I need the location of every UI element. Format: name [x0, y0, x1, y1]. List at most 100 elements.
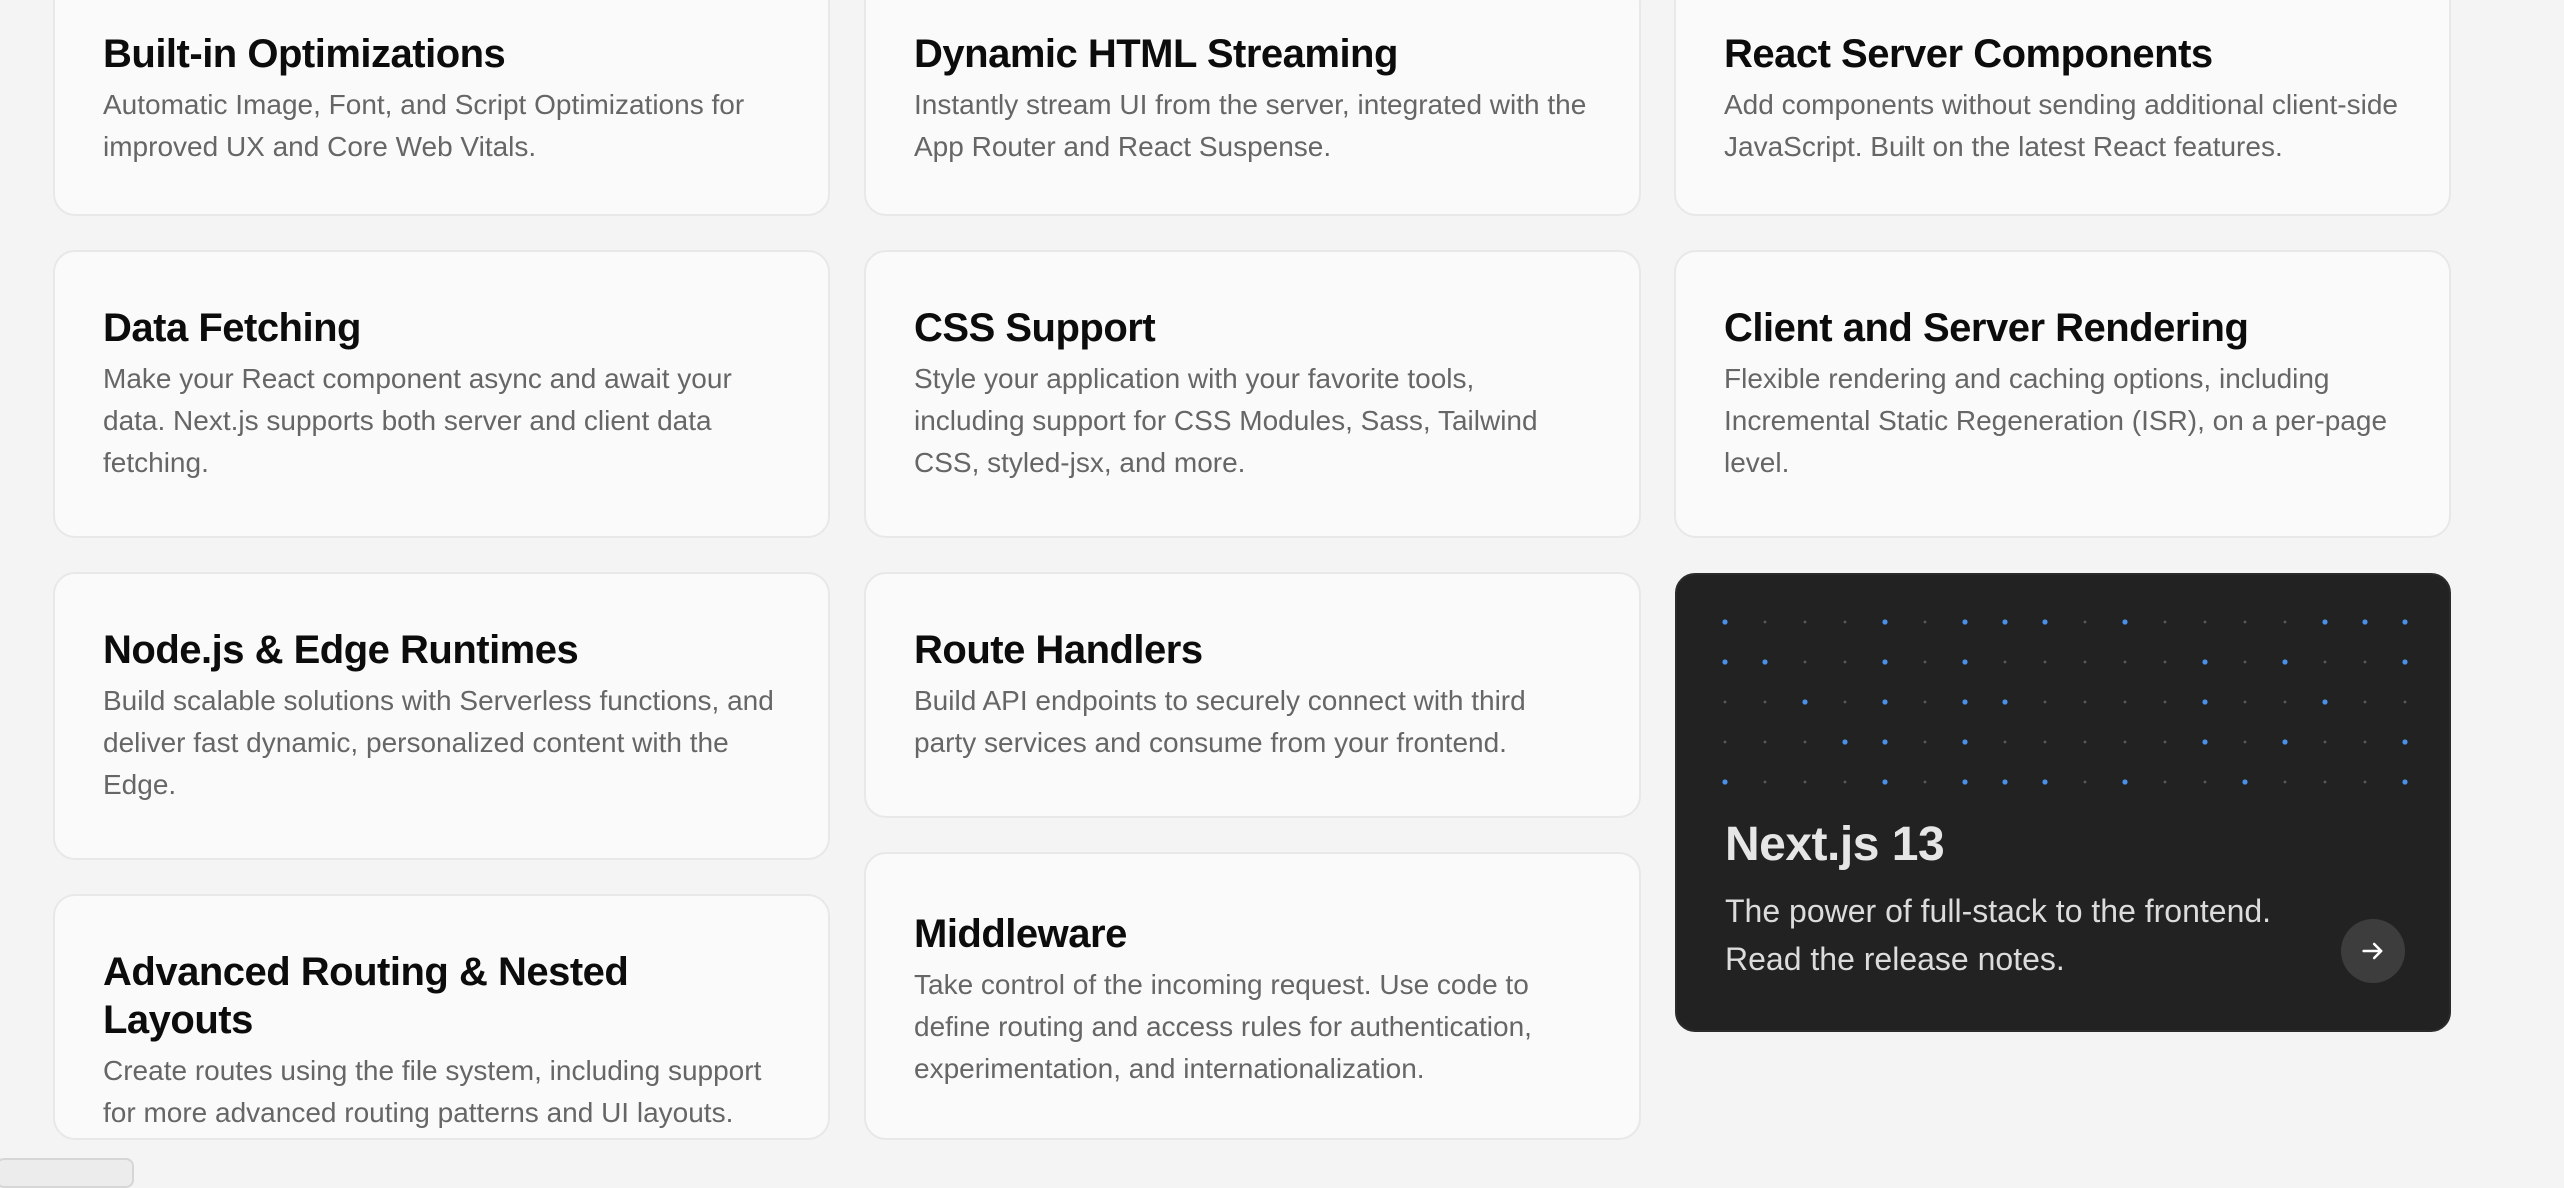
grid-dot: [2083, 700, 2087, 704]
grid-dot: [1882, 699, 1888, 705]
grid-dot: [2202, 739, 2208, 745]
feature-title: Advanced Routing & Nested Layouts: [103, 950, 629, 1042]
feature-title: Built-in Optimizations: [103, 32, 506, 76]
feature-description: Flexible rendering and caching options, …: [1724, 363, 2388, 478]
feature-card-css-support[interactable]: CSS Support Style your application with …: [864, 250, 1641, 538]
grid-dot: [2242, 779, 2248, 785]
grid-dot: [2123, 700, 2127, 704]
grid-dot: [2003, 740, 2007, 744]
grid-dot: [2402, 619, 2408, 625]
feature-description: Build scalable solutions with Serverless…: [103, 685, 774, 800]
grid-dot: [2402, 779, 2408, 785]
grid-dot: [1923, 660, 1927, 664]
grid-dot: [2003, 660, 2007, 664]
feature-description: Create routes using the file system, inc…: [103, 1055, 762, 1128]
grid-dot: [1723, 700, 1727, 704]
grid-dot: [1962, 779, 1968, 785]
grid-dot: [2322, 619, 2328, 625]
nextjs-13-promo-card[interactable]: Next.js 13 The power of full-stack to th…: [1675, 573, 2451, 1032]
grid-dot: [1723, 740, 1727, 744]
grid-dot: [2083, 780, 2087, 784]
grid-dot: [2363, 780, 2367, 784]
grid-dot: [2163, 660, 2167, 664]
feature-description: Make your React component async and awai…: [103, 363, 732, 478]
grid-dot: [1762, 659, 1768, 665]
grid-dot: [2323, 780, 2327, 784]
grid-dot: [2002, 699, 2008, 705]
feature-title: Client and Server Rendering: [1724, 306, 2249, 350]
grid-dot: [1763, 700, 1767, 704]
grid-dot: [2163, 780, 2167, 784]
grid-dot: [2363, 700, 2367, 704]
grid-dot: [1882, 659, 1888, 665]
grid-dot: [1962, 699, 1968, 705]
feature-title: CSS Support: [914, 306, 1156, 350]
feature-card-route-handlers[interactable]: Route Handlers Build API endpoints to se…: [864, 572, 1641, 818]
grid-dot: [1722, 619, 1728, 625]
grid-dot: [2042, 619, 2048, 625]
grid-dot: [2363, 660, 2367, 664]
feature-card-client-server-rendering[interactable]: Client and Server Rendering Flexible ren…: [1674, 250, 2451, 538]
feature-card-runtimes[interactable]: Node.js & Edge Runtimes Build scalable s…: [53, 572, 830, 860]
grid-dot: [2243, 700, 2247, 704]
grid-dot: [2122, 779, 2128, 785]
grid-dot: [2403, 700, 2407, 704]
feature-card-advanced-routing[interactable]: Advanced Routing & Nested Layouts Create…: [53, 894, 830, 1140]
feature-card-built-in-optimizations[interactable]: Built-in Optimizations Automatic Image, …: [53, 0, 830, 216]
grid-dot: [2202, 699, 2208, 705]
grid-dot: [1923, 700, 1927, 704]
grid-dot: [1803, 780, 1807, 784]
grid-dot: [2123, 740, 2127, 744]
grid-dot: [1842, 739, 1848, 745]
grid-dot: [2322, 699, 2328, 705]
grid-dot: [2243, 740, 2247, 744]
promo-description: The power of full-stack to the frontend.…: [1725, 893, 2272, 977]
grid-dot: [2283, 700, 2287, 704]
grid-dot: [2203, 620, 2207, 624]
feature-title: Middleware: [914, 912, 1127, 956]
grid-dot: [2402, 659, 2408, 665]
grid-dot: [1763, 620, 1767, 624]
grid-dot: [2123, 660, 2127, 664]
grid-dot: [2243, 660, 2247, 664]
feature-description: Build API endpoints to securely connect …: [914, 685, 1526, 758]
grid-dot: [2043, 700, 2047, 704]
feature-description: Add components without sending additiona…: [1724, 89, 2398, 162]
grid-dot: [2202, 659, 2208, 665]
grid-dot: [2163, 620, 2167, 624]
grid-dot: [1763, 740, 1767, 744]
dot-grid-pattern: [1722, 619, 2408, 785]
grid-dot: [1882, 779, 1888, 785]
grid-dot: [1722, 779, 1728, 785]
grid-dot: [1962, 619, 1968, 625]
arrow-right-icon: [2362, 942, 2383, 960]
grid-dot: [2402, 739, 2408, 745]
grid-dot: [2323, 660, 2327, 664]
grid-dot: [2083, 660, 2087, 664]
grid-dot: [2163, 740, 2167, 744]
grid-dot: [1722, 659, 1728, 665]
read-release-notes-button[interactable]: [2341, 919, 2405, 983]
grid-dot: [1923, 740, 1927, 744]
grid-dot: [2283, 620, 2287, 624]
feature-card-server-components[interactable]: React Server Components Add components w…: [1674, 0, 2451, 216]
grid-dot: [2002, 779, 2008, 785]
grid-dot: [1882, 619, 1888, 625]
grid-dot: [1803, 740, 1807, 744]
grid-dot: [2243, 620, 2247, 624]
corner-tab[interactable]: [0, 1158, 134, 1188]
feature-card-html-streaming[interactable]: Dynamic HTML Streaming Instantly stream …: [864, 0, 1641, 216]
feature-title: Route Handlers: [914, 628, 1203, 672]
grid-dot: [1923, 620, 1927, 624]
grid-dot: [1923, 780, 1927, 784]
feature-description: Style your application with your favorit…: [914, 363, 1538, 478]
feature-title: Dynamic HTML Streaming: [914, 32, 1398, 76]
feature-card-data-fetching[interactable]: Data Fetching Make your React component …: [53, 250, 830, 538]
feature-description: Automatic Image, Font, and Script Optimi…: [103, 89, 745, 162]
grid-dot: [1803, 620, 1807, 624]
grid-dot: [2083, 740, 2087, 744]
feature-title: React Server Components: [1724, 32, 2213, 76]
feature-card-middleware[interactable]: Middleware Take control of the incoming …: [864, 852, 1641, 1140]
grid-dot: [2043, 660, 2047, 664]
feature-title: Data Fetching: [103, 306, 361, 350]
